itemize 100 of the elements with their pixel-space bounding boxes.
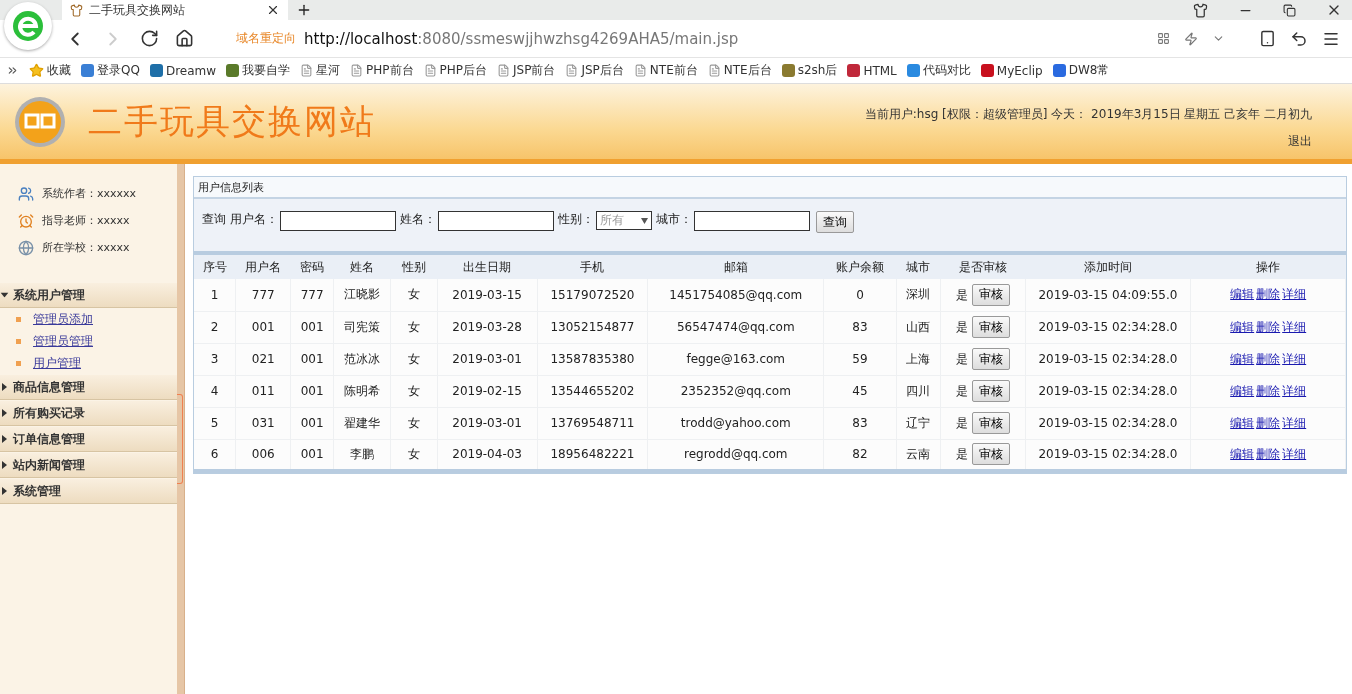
menu-group[interactable]: 系统用户管理	[0, 283, 177, 308]
column-header: 性别	[390, 255, 438, 279]
info-text: 系统作者：xxxxxx	[42, 186, 137, 201]
bookmark[interactable]: NTE后台	[707, 62, 772, 79]
browser-tab[interactable]: 二手玩具交换网站	[62, 0, 288, 20]
search-button[interactable]: 查询	[816, 211, 854, 233]
audit-button[interactable]: 审核	[971, 412, 1010, 434]
menu-link[interactable]: 管理员添加	[33, 310, 93, 328]
info-text: 指导老师：xxxxx	[42, 213, 130, 228]
table-cell: 2352352@qq.com	[647, 375, 824, 407]
bookmark[interactable]: 登录QQ	[81, 62, 140, 79]
input-field[interactable]	[280, 211, 396, 231]
menu-group[interactable]: 所有购买记录	[0, 401, 177, 426]
grid-icon[interactable]	[1157, 32, 1170, 45]
table-cell: 777	[290, 279, 334, 311]
bookmark[interactable]: JSP后台	[565, 62, 624, 79]
page-icon	[497, 64, 511, 77]
lightning-icon[interactable]	[1184, 31, 1198, 46]
splitter-handle[interactable]	[177, 394, 183, 484]
audit-button[interactable]: 审核	[971, 380, 1010, 402]
page-icon	[565, 64, 579, 77]
approved-text: 是	[955, 415, 968, 430]
bookmark[interactable]: Dreamw	[149, 63, 217, 78]
action-link[interactable]: 编辑	[1230, 446, 1255, 461]
bookmark[interactable]: PHP后台	[423, 62, 488, 79]
bookmark[interactable]: PHP前台	[350, 62, 414, 79]
action-link[interactable]: 详细	[1282, 383, 1307, 398]
action-link[interactable]: 删除	[1256, 415, 1281, 430]
skin-icon[interactable]	[1193, 2, 1208, 18]
audit-button[interactable]: 审核	[971, 348, 1010, 370]
bookmark[interactable]: 星河	[300, 62, 341, 79]
column-header: 用户名	[235, 255, 291, 279]
table-cell: 0	[823, 279, 897, 311]
caret-icon	[2, 461, 7, 469]
address-field[interactable]: http://localhost:8080/ssmeswjjhwzhsg4269AHA5/main.jsp	[304, 29, 739, 48]
column-header: 城市	[896, 255, 941, 279]
bookmark[interactable]: HTML	[847, 63, 897, 78]
menu-group[interactable]: 商品信息管理	[0, 375, 177, 400]
action-link[interactable]: 详细	[1282, 351, 1307, 366]
input-field[interactable]	[694, 211, 810, 231]
action-link[interactable]: 详细	[1282, 415, 1307, 430]
audit-button[interactable]: 审核	[971, 283, 1010, 306]
action-link[interactable]: 编辑	[1230, 383, 1255, 398]
menu-group[interactable]: 订单信息管理	[0, 427, 177, 452]
action-link[interactable]: 编辑	[1230, 415, 1255, 430]
bookmark[interactable]: 收藏	[29, 62, 71, 79]
bookmark[interactable]: MyEclip	[980, 63, 1043, 78]
bookmark[interactable]: DW8常	[1052, 62, 1110, 79]
table-cell: 女	[390, 279, 438, 311]
table-cell: 56547474@qq.com	[647, 311, 824, 343]
menu-group[interactable]: 系统管理	[0, 479, 177, 504]
input-field[interactable]	[438, 211, 554, 231]
action-link[interactable]: 删除	[1256, 287, 1281, 302]
bookmark[interactable]: NTE前台	[633, 62, 698, 79]
field-label: 用户名：	[230, 211, 278, 228]
action-link[interactable]: 编辑	[1230, 351, 1255, 366]
bookmark[interactable]: s2sh后	[781, 62, 838, 79]
site-title: 二手玩具交换网站	[88, 99, 376, 143]
approved-text: 是	[955, 383, 968, 398]
page-icon	[300, 64, 314, 77]
bookmark[interactable]: JSP前台	[497, 62, 556, 79]
bookmark-label: NTE后台	[723, 62, 772, 79]
menu-group[interactable]: 站内新闻管理	[0, 453, 177, 478]
action-link[interactable]: 删除	[1256, 319, 1281, 334]
action-link[interactable]: 删除	[1256, 383, 1281, 398]
caret-icon	[2, 435, 7, 443]
restore-icon[interactable]	[1283, 3, 1296, 17]
table-cell: 13587835380	[537, 343, 648, 375]
bookmark-label: 我要自学	[242, 62, 291, 79]
action-link[interactable]: 编辑	[1230, 287, 1255, 302]
new-tab-icon[interactable]	[296, 2, 312, 18]
undo-icon[interactable]	[1290, 29, 1308, 48]
column-header: 账户余额	[823, 255, 897, 279]
bookmark-label: DW8常	[1068, 62, 1110, 79]
page-icon	[350, 64, 364, 77]
bookmark-label: 登录QQ	[97, 62, 140, 79]
reload-icon[interactable]	[140, 29, 159, 48]
bookmark-label: s2sh后	[797, 62, 838, 79]
action-link[interactable]: 详细	[1282, 287, 1307, 302]
tablet-icon[interactable]	[1259, 30, 1276, 47]
close-icon[interactable]	[266, 3, 280, 17]
menu-link[interactable]: 用户管理	[33, 354, 81, 372]
action-link[interactable]: 详细	[1282, 319, 1307, 334]
table-cell: 6	[194, 439, 236, 471]
table-cell: 2019-03-28	[437, 311, 538, 343]
table-cell: 18956482221	[537, 439, 648, 471]
bookmark[interactable]: 我要自学	[226, 62, 291, 79]
action-link[interactable]: 删除	[1256, 351, 1281, 366]
home-icon[interactable]	[175, 29, 194, 48]
audit-button[interactable]: 审核	[971, 316, 1010, 338]
bookmark[interactable]: 代码对比	[906, 62, 971, 79]
logout-link[interactable]: 退出	[1288, 132, 1312, 150]
action-link[interactable]: 编辑	[1230, 319, 1255, 334]
audit-button[interactable]: 审核	[971, 443, 1010, 466]
action-link[interactable]: 删除	[1256, 446, 1281, 461]
sidebar-toggle-icon[interactable]	[6, 64, 19, 77]
action-link[interactable]: 详细	[1282, 446, 1307, 461]
caret-icon	[0, 292, 9, 298]
table-cell: 13544655202	[537, 375, 648, 407]
menu-link[interactable]: 管理员管理	[33, 332, 93, 350]
